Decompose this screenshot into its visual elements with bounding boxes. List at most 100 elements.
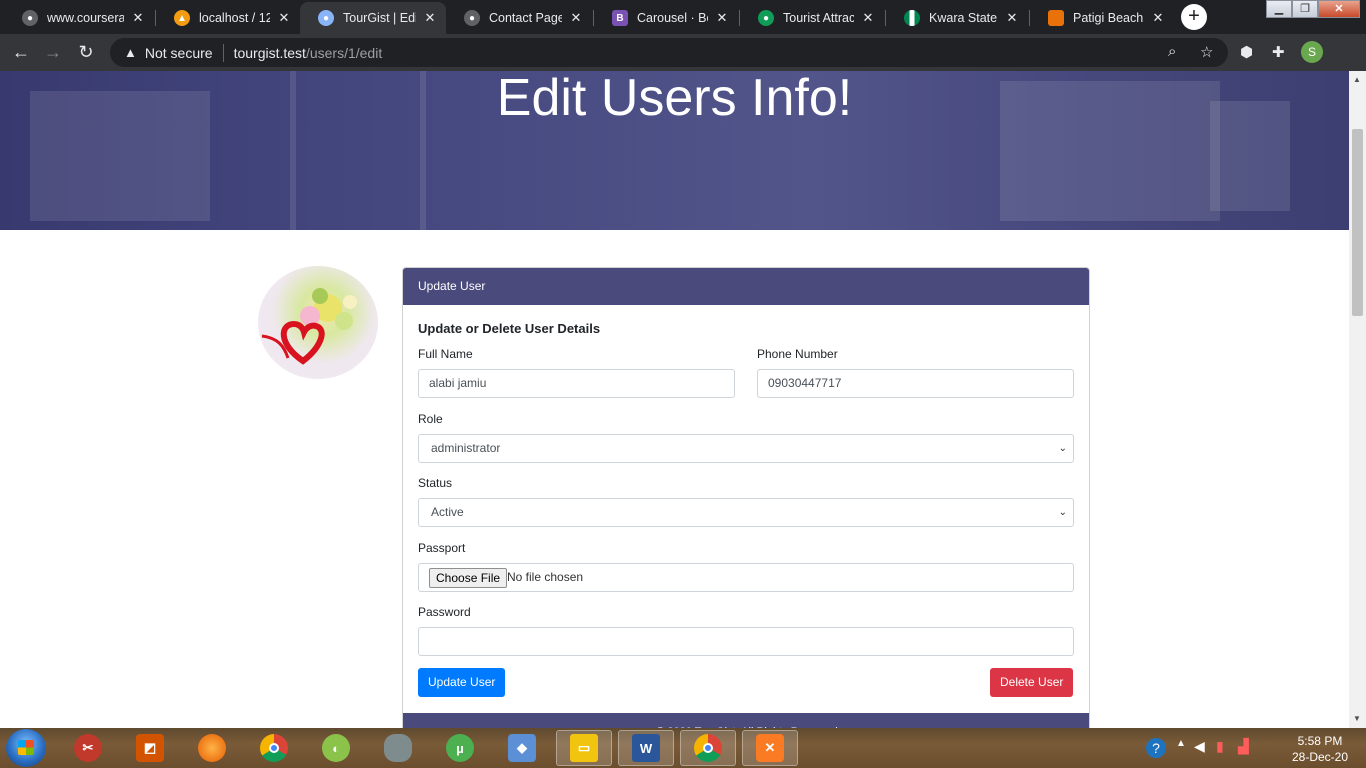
close-icon[interactable]: ✕ xyxy=(422,10,438,26)
close-icon[interactable]: ✕ xyxy=(1004,10,1020,26)
taskbar-snipping-tool[interactable]: ✂ xyxy=(60,730,116,766)
xampp-icon: ✕ xyxy=(756,734,784,762)
page-scrollbar[interactable]: ▲ ▼ xyxy=(1349,71,1366,728)
volume-icon[interactable]: ◀ xyxy=(1194,738,1205,755)
close-icon[interactable]: ✕ xyxy=(714,10,730,26)
close-icon[interactable]: ✕ xyxy=(568,10,584,26)
maximize-button[interactable]: ❐ xyxy=(1292,0,1318,18)
tab-localhost[interactable]: ▲ localhost / 127. ✕ xyxy=(156,2,300,34)
close-icon[interactable]: ✕ xyxy=(1150,10,1166,26)
scissors-icon: ✂ xyxy=(74,734,102,762)
tab-contact-page[interactable]: ● Contact Page | ✕ xyxy=(446,2,592,34)
chrome-icon xyxy=(694,734,722,762)
page-viewport: Edit Users Info! Update User Update or D… xyxy=(0,71,1349,728)
window-close-button[interactable]: ✕ xyxy=(1318,0,1360,18)
app-icon: ◩ xyxy=(136,734,164,762)
zoom-icon[interactable]: ⌕ xyxy=(1168,43,1176,60)
utorrent-icon: µ xyxy=(446,734,474,762)
taskbar-pineapple-app[interactable] xyxy=(370,730,426,766)
tab-kwara-state[interactable]: Kwara State His ✕ xyxy=(886,2,1028,34)
extensions-puzzle-icon[interactable]: ✚ xyxy=(1272,43,1285,61)
passport-file-input[interactable]: Choose File No file chosen xyxy=(418,563,1074,592)
word-icon: W xyxy=(632,734,660,762)
role-selected-value: administrator xyxy=(431,441,501,455)
reload-icon[interactable]: ↻ xyxy=(73,40,99,66)
cube-icon: ◆ xyxy=(508,734,536,762)
taskbar-file-explorer[interactable]: ▭ xyxy=(556,730,612,766)
clock-time: 5:58 PM xyxy=(1297,734,1343,748)
globe-icon: ● xyxy=(464,10,480,26)
url-host: tourgist.test xyxy=(233,44,306,61)
card-footer: © 2020 TourGist. All Rights Reserved xyxy=(403,713,1089,728)
clock-date: 28-Dec-20 xyxy=(1291,750,1348,764)
profile-avatar[interactable]: S xyxy=(1301,41,1323,63)
help-icon[interactable]: ? xyxy=(1146,738,1166,758)
scrollbar-thumb[interactable] xyxy=(1352,129,1363,316)
taskbar-app-2[interactable]: ◩ xyxy=(122,730,178,766)
choose-file-button[interactable]: Choose File xyxy=(429,568,508,588)
bootstrap-icon: B xyxy=(612,10,628,26)
status-select[interactable]: Active ⌄ xyxy=(418,498,1074,527)
address-bar[interactable]: ▲ Not secure tourgist.test/users/1/edit xyxy=(110,38,1228,67)
url-path: /users/1/edit xyxy=(305,44,383,61)
firefox-icon xyxy=(198,734,226,762)
full-name-label: Full Name xyxy=(418,347,473,361)
tab-carousel-bootstrap[interactable]: B Carousel · Boot ✕ xyxy=(594,2,738,34)
taskbar-chameleon-app[interactable]: ◐ xyxy=(308,730,364,766)
tab-coursera[interactable]: ● www.coursera.o ✕ xyxy=(4,2,154,34)
pineapple-icon xyxy=(384,734,412,762)
system-tray: ? ▲ ◀ ▮ ▟ 5:58 PM 28-Dec-20 xyxy=(1136,728,1366,768)
power-icon[interactable]: ▮ xyxy=(1216,738,1224,755)
taskbar-virtualbox[interactable]: ◆ xyxy=(494,730,550,766)
bookmark-icon xyxy=(1048,10,1064,26)
globe-icon: ● xyxy=(758,10,774,26)
taskbar-utorrent[interactable]: µ xyxy=(432,730,488,766)
taskbar-word[interactable]: W xyxy=(618,730,674,766)
security-status[interactable]: Not secure xyxy=(145,45,213,61)
close-icon[interactable]: ✕ xyxy=(860,10,876,26)
status-selected-value: Active xyxy=(431,505,464,519)
user-passport-photo xyxy=(258,266,378,379)
show-hidden-icons-icon[interactable]: ▲ xyxy=(1176,738,1186,749)
update-user-button[interactable]: Update User xyxy=(418,668,506,697)
close-icon[interactable]: ✕ xyxy=(130,10,146,26)
password-input[interactable] xyxy=(418,627,1074,656)
taskbar-clock[interactable]: 5:58 PM 28-Dec-20 xyxy=(1292,733,1348,765)
minimize-button[interactable]: ▁ xyxy=(1266,0,1292,18)
tab-patigi-beach[interactable]: Patigi Beach Tr ✕ xyxy=(1030,2,1174,34)
tab-tourist-attraction[interactable]: ● Tourist Attracti ✕ xyxy=(740,2,884,34)
chrome-icon xyxy=(260,734,288,762)
scroll-up-arrow-icon[interactable]: ▲ xyxy=(1353,75,1361,84)
back-arrow-icon[interactable]: ← xyxy=(8,40,34,66)
phpmyadmin-icon: ▲ xyxy=(174,10,190,26)
forward-arrow-icon[interactable]: → xyxy=(40,40,66,66)
warning-icon[interactable]: ▲ xyxy=(124,45,137,60)
delete-user-button[interactable]: Delete User xyxy=(990,668,1074,697)
update-user-card: Update User Update or Delete User Detail… xyxy=(402,267,1090,728)
status-label: Status xyxy=(418,476,453,490)
globe-icon: ● xyxy=(22,10,38,26)
taskbar-xampp[interactable]: ✕ xyxy=(742,730,798,766)
start-button[interactable] xyxy=(6,729,46,767)
folder-icon: ▭ xyxy=(570,734,598,762)
browser-toolbar: ← → ↻ ▲ Not secure tourgist.test/users/1… xyxy=(0,34,1366,71)
chevron-down-icon: ⌄ xyxy=(1058,443,1067,454)
phone-number-input[interactable]: 09030447717 xyxy=(757,369,1074,398)
no-file-chosen-text: No file chosen xyxy=(507,570,584,584)
page-title: Edit Users Info! xyxy=(496,71,853,127)
browser-tab-strip: ● www.coursera.o ✕ ▲ localhost / 127. ✕ … xyxy=(0,0,1366,34)
role-select[interactable]: administrator ⌄ xyxy=(418,434,1074,463)
taskbar-firefox[interactable] xyxy=(184,730,240,766)
new-tab-button[interactable]: + xyxy=(1181,4,1207,30)
tab-tourgist-edit[interactable]: ● TourGist | Edit ✕ xyxy=(300,2,446,34)
windows-logo-icon xyxy=(18,740,34,755)
scroll-down-arrow-icon[interactable]: ▼ xyxy=(1353,714,1361,723)
card-header: Update User xyxy=(403,268,1089,305)
taskbar-chrome-open[interactable] xyxy=(680,730,736,766)
extension-cube-icon[interactable]: ⬢ xyxy=(1240,43,1253,61)
taskbar-chrome[interactable] xyxy=(246,730,302,766)
bookmark-star-icon[interactable]: ☆ xyxy=(1200,43,1213,61)
network-signal-icon[interactable]: ▟ xyxy=(1238,738,1249,755)
close-icon[interactable]: ✕ xyxy=(276,10,292,26)
full-name-input[interactable]: alabi jamiu xyxy=(418,369,735,398)
